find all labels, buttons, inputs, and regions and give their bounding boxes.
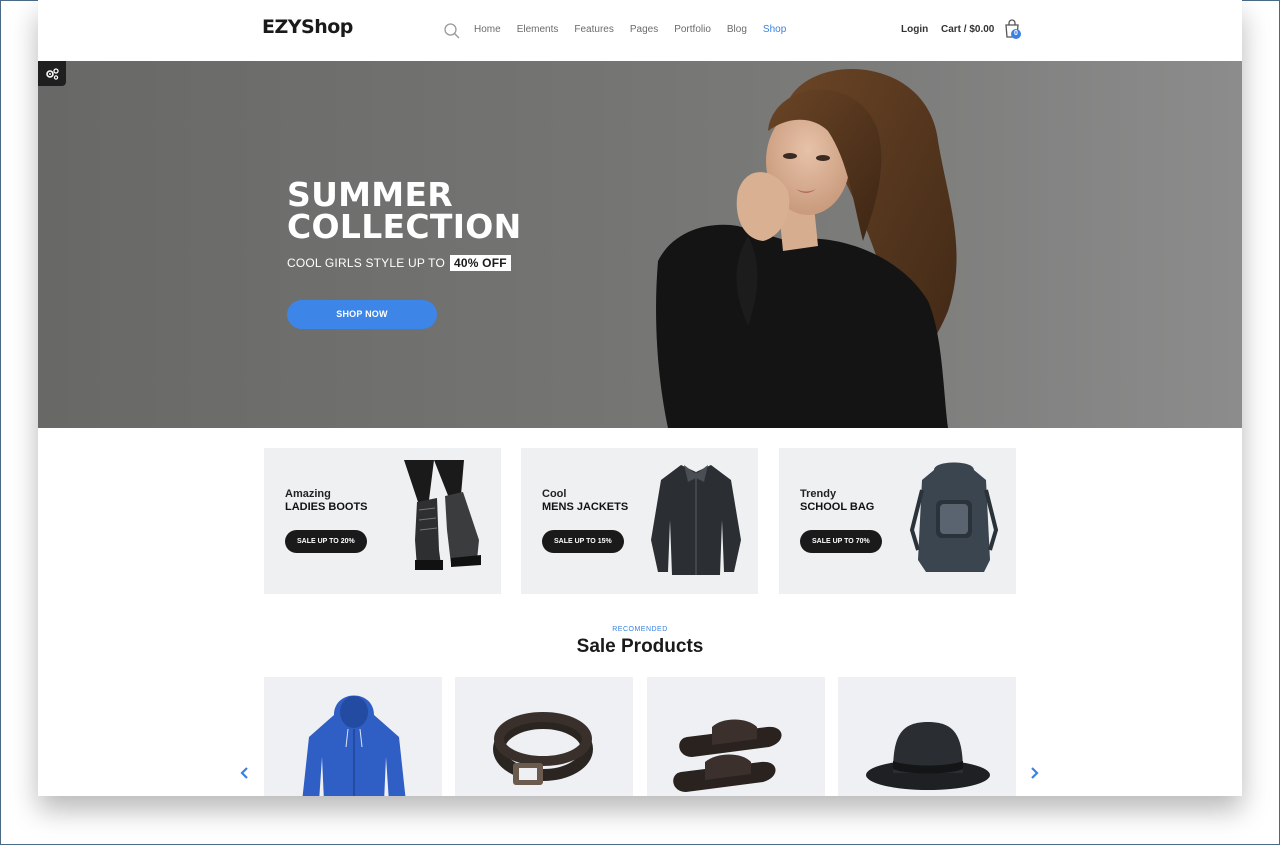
model-photo	[656, 68, 957, 428]
sandals-image	[673, 719, 782, 792]
nav-features[interactable]: Features	[574, 24, 613, 35]
main-nav: Home Elements Features Pages Portfolio B…	[474, 24, 802, 35]
shop-now-button[interactable]: SHOP NOW	[287, 300, 437, 329]
nav-portfolio[interactable]: Portfolio	[674, 24, 711, 35]
nav-blog[interactable]: Blog	[727, 24, 747, 35]
settings-toggle[interactable]	[38, 61, 66, 86]
boots-image	[404, 460, 481, 570]
login-link[interactable]: Login	[901, 24, 928, 35]
product-card-hoodie[interactable]	[264, 677, 442, 796]
nav-shop[interactable]: Shop	[763, 24, 786, 35]
carousel-prev-arrow[interactable]	[239, 766, 251, 780]
discount-badge: 40% OFF	[450, 255, 511, 271]
category-eyebrow: Amazing	[285, 488, 331, 500]
category-card-bags[interactable]: Trendy SCHOOL BAG SALE UP TO 70%	[779, 448, 1016, 594]
hero-subtitle: COOL GIRLS STYLE UP TO 40% OFF	[287, 255, 511, 271]
site-header: EZYShop Home Elements Features Pages Por…	[38, 0, 1242, 61]
nav-elements[interactable]: Elements	[517, 24, 559, 35]
hat-image	[866, 722, 990, 790]
site-logo[interactable]: EZYShop	[262, 16, 353, 38]
category-card-jackets[interactable]: Cool MENS JACKETS SALE UP TO 15%	[521, 448, 758, 594]
category-sale-button[interactable]: SALE UP TO 20%	[285, 530, 367, 553]
hero-title: SUMMER COLLECTION	[287, 178, 522, 246]
cart-count-badge: 0	[1011, 29, 1021, 39]
hoodie-image	[302, 695, 406, 796]
category-eyebrow: Cool	[542, 488, 567, 500]
jacket-image	[651, 465, 741, 575]
search-icon[interactable]	[443, 22, 461, 40]
backpack-image	[909, 462, 999, 572]
belt-image	[493, 712, 593, 785]
category-sale-button[interactable]: SALE UP TO 15%	[542, 530, 624, 553]
section-eyebrow: RECOMENDED	[612, 626, 668, 633]
gears-icon	[46, 67, 59, 80]
section-title: Sale Products	[576, 636, 704, 657]
carousel-next-arrow[interactable]	[1028, 766, 1040, 780]
product-card-hat[interactable]	[838, 677, 1016, 796]
category-card-boots[interactable]: Amazing LADIES BOOTS SALE UP TO 20%	[264, 448, 501, 594]
category-sale-button[interactable]: SALE UP TO 70%	[800, 530, 882, 553]
hero-title-line2: COLLECTION	[287, 207, 522, 246]
category-title: SCHOOL BAG	[800, 501, 875, 513]
hero-subtitle-text: COOL GIRLS STYLE UP TO	[287, 256, 446, 270]
page: EZYShop Home Elements Features Pages Por…	[38, 0, 1242, 796]
cart-link[interactable]: Cart / $0.00	[941, 24, 994, 35]
product-card-belt[interactable]	[455, 677, 633, 796]
category-eyebrow: Trendy	[800, 488, 837, 500]
product-card-sandals[interactable]	[647, 677, 825, 796]
category-title: LADIES BOOTS	[285, 501, 368, 513]
hero-banner: SUMMER COLLECTION COOL GIRLS STYLE UP TO…	[38, 61, 1242, 428]
category-title: MENS JACKETS	[542, 501, 629, 513]
nav-pages[interactable]: Pages	[630, 24, 658, 35]
nav-home[interactable]: Home	[474, 24, 501, 35]
